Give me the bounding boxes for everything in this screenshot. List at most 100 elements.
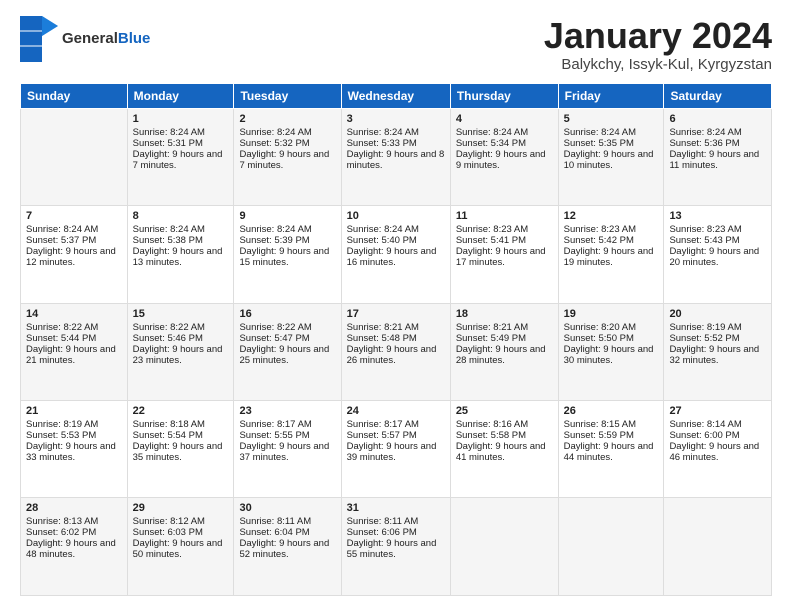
daylight-text: Daylight: 9 hours and 20 minutes.: [669, 246, 766, 268]
day-number: 7: [26, 210, 122, 222]
sunset-text: Sunset: 5:42 PM: [564, 235, 659, 246]
calendar-cell: 23Sunrise: 8:17 AMSunset: 5:55 PMDayligh…: [234, 401, 341, 498]
calendar-week-3: 14Sunrise: 8:22 AMSunset: 5:44 PMDayligh…: [21, 303, 772, 400]
sunset-text: Sunset: 5:55 PM: [239, 430, 335, 441]
day-number: 26: [564, 405, 659, 417]
sunrise-text: Sunrise: 8:22 AM: [133, 322, 229, 333]
sunset-text: Sunset: 5:36 PM: [669, 138, 766, 149]
daylight-text: Daylight: 9 hours and 25 minutes.: [239, 344, 335, 366]
sunrise-text: Sunrise: 8:23 AM: [456, 224, 553, 235]
daylight-text: Daylight: 9 hours and 48 minutes.: [26, 538, 122, 560]
sunrise-text: Sunrise: 8:24 AM: [26, 224, 122, 235]
day-header-tuesday: Tuesday: [234, 83, 341, 108]
day-number: 19: [564, 308, 659, 320]
calendar-cell: 17Sunrise: 8:21 AMSunset: 5:48 PMDayligh…: [341, 303, 450, 400]
sunrise-text: Sunrise: 8:24 AM: [669, 127, 766, 138]
day-number: 5: [564, 113, 659, 125]
sunset-text: Sunset: 5:53 PM: [26, 430, 122, 441]
day-header-saturday: Saturday: [664, 83, 772, 108]
daylight-text: Daylight: 9 hours and 15 minutes.: [239, 246, 335, 268]
calendar-cell: 16Sunrise: 8:22 AMSunset: 5:47 PMDayligh…: [234, 303, 341, 400]
day-number: 30: [239, 502, 335, 514]
calendar-week-2: 7Sunrise: 8:24 AMSunset: 5:37 PMDaylight…: [21, 206, 772, 303]
sunset-text: Sunset: 6:04 PM: [239, 527, 335, 538]
daylight-text: Daylight: 9 hours and 7 minutes.: [133, 149, 229, 171]
day-number: 21: [26, 405, 122, 417]
daylight-text: Daylight: 9 hours and 17 minutes.: [456, 246, 553, 268]
day-number: 20: [669, 308, 766, 320]
sunrise-text: Sunrise: 8:13 AM: [26, 516, 122, 527]
calendar-cell: 7Sunrise: 8:24 AMSunset: 5:37 PMDaylight…: [21, 206, 128, 303]
sunset-text: Sunset: 5:31 PM: [133, 138, 229, 149]
calendar-cell: 18Sunrise: 8:21 AMSunset: 5:49 PMDayligh…: [450, 303, 558, 400]
sunset-text: Sunset: 5:43 PM: [669, 235, 766, 246]
day-number: 18: [456, 308, 553, 320]
calendar-cell: 20 Sunrise: 8:19 AMSunset: 5:52 PMDayligh…: [664, 303, 772, 400]
sunset-text: Sunset: 5:57 PM: [347, 430, 445, 441]
day-number: 10: [347, 210, 445, 222]
page: GeneralBlue January 2024 Balykchy, Issyk…: [0, 0, 792, 612]
sunset-text: Sunset: 5:46 PM: [133, 333, 229, 344]
day-number: 24: [347, 405, 445, 417]
calendar-cell: 15Sunrise: 8:22 AMSunset: 5:46 PMDayligh…: [127, 303, 234, 400]
calendar-cell: 10Sunrise: 8:24 AMSunset: 5:40 PMDayligh…: [341, 206, 450, 303]
day-header-wednesday: Wednesday: [341, 83, 450, 108]
sunset-text: Sunset: 5:34 PM: [456, 138, 553, 149]
sunrise-text: Sunrise: 8:22 AM: [239, 322, 335, 333]
day-number: 14: [26, 308, 122, 320]
calendar-cell: [664, 498, 772, 596]
day-header-thursday: Thursday: [450, 83, 558, 108]
sunrise-text: Sunrise: 8:24 AM: [564, 127, 659, 138]
sunset-text: Sunset: 5:58 PM: [456, 430, 553, 441]
calendar-week-4: 21Sunrise: 8:19 AMSunset: 5:53 PMDayligh…: [21, 401, 772, 498]
daylight-text: Daylight: 9 hours and 35 minutes.: [133, 441, 229, 463]
calendar-cell: 22 Sunrise: 8:18 AMSunset: 5:54 PMDayligh…: [127, 401, 234, 498]
sunrise-text: Sunrise: 8:24 AM: [239, 224, 335, 235]
day-number: 28: [26, 502, 122, 514]
sunset-text: Sunset: 5:32 PM: [239, 138, 335, 149]
calendar-table: SundayMondayTuesdayWednesdayThursdayFrid…: [20, 83, 772, 596]
day-number: 17: [347, 308, 445, 320]
sunset-text: Sunset: 5:38 PM: [133, 235, 229, 246]
sunrise-text: Sunrise: 8:18 AM: [133, 419, 229, 430]
logo: GeneralBlue: [20, 16, 150, 62]
sunrise-text: Sunrise: 8:16 AM: [456, 419, 553, 430]
header: GeneralBlue January 2024 Balykchy, Issyk…: [20, 16, 772, 73]
sunset-text: Sunset: 5:54 PM: [133, 430, 229, 441]
sunrise-text: Sunrise: 8:24 AM: [239, 127, 335, 138]
day-number: 31: [347, 502, 445, 514]
calendar-cell: 30Sunrise: 8:11 AMSunset: 6:04 PMDayligh…: [234, 498, 341, 596]
sunset-text: Sunset: 6:02 PM: [26, 527, 122, 538]
sunset-text: Sunset: 5:59 PM: [564, 430, 659, 441]
sunrise-text: Sunrise: 8:14 AM: [669, 419, 766, 430]
day-number: 11: [456, 210, 553, 222]
sunset-text: Sunset: 5:52 PM: [669, 333, 766, 344]
title-block: January 2024 Balykchy, Issyk-Kul, Kyrgyz…: [544, 16, 772, 73]
sunrise-text: Sunrise: 8:23 AM: [564, 224, 659, 235]
daylight-text: Daylight: 9 hours and 23 minutes.: [133, 344, 229, 366]
sunrise-text: Sunrise: 8:19 AM: [669, 322, 766, 333]
calendar-cell: 13Sunrise: 8:23 AMSunset: 5:43 PMDayligh…: [664, 206, 772, 303]
calendar-cell: 21Sunrise: 8:19 AMSunset: 5:53 PMDayligh…: [21, 401, 128, 498]
sunset-text: Sunset: 6:00 PM: [669, 430, 766, 441]
sunrise-text: Sunrise: 8:22 AM: [26, 322, 122, 333]
daylight-text: Daylight: 9 hours and 44 minutes.: [564, 441, 659, 463]
daylight-text: Daylight: 9 hours and 50 minutes.: [133, 538, 229, 560]
sunset-text: Sunset: 5:39 PM: [239, 235, 335, 246]
calendar-cell: 11Sunrise: 8:23 AMSunset: 5:41 PMDayligh…: [450, 206, 558, 303]
daylight-text: Daylight: 9 hours and 52 minutes.: [239, 538, 335, 560]
sunset-text: Sunset: 6:03 PM: [133, 527, 229, 538]
day-number: 3: [347, 113, 445, 125]
sunrise-text: Sunrise: 8:24 AM: [133, 127, 229, 138]
daylight-text: Daylight: 9 hours and 32 minutes.: [669, 344, 766, 366]
daylight-text: Daylight: 9 hours and 28 minutes.: [456, 344, 553, 366]
calendar-cell: 29Sunrise: 8:12 AMSunset: 6:03 PMDayligh…: [127, 498, 234, 596]
calendar-cell: [450, 498, 558, 596]
sunrise-text: Sunrise: 8:17 AM: [347, 419, 445, 430]
calendar-cell: [21, 108, 128, 205]
sunrise-text: Sunrise: 8:11 AM: [347, 516, 445, 527]
daylight-text: Daylight: 9 hours and 46 minutes.: [669, 441, 766, 463]
day-number: 22: [133, 405, 229, 417]
logo-general: General: [62, 30, 118, 47]
sunset-text: Sunset: 5:48 PM: [347, 333, 445, 344]
